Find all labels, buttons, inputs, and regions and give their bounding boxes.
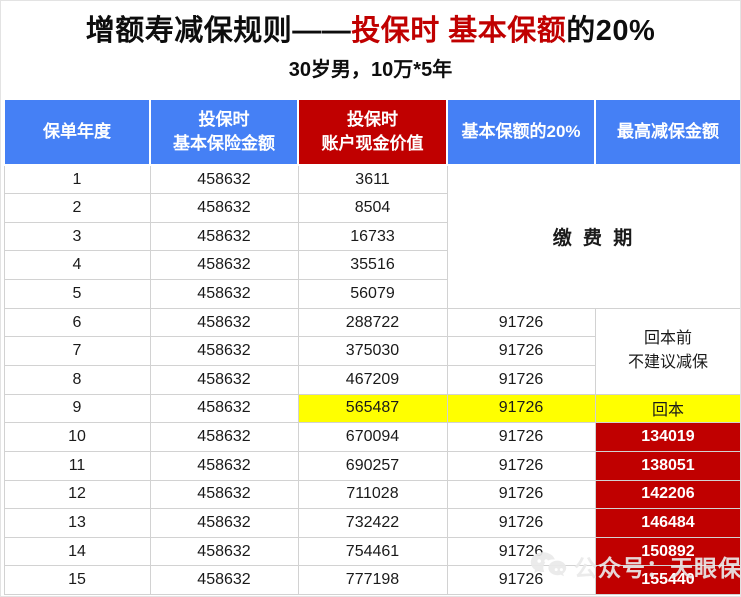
cell-max-reduction: 138051 bbox=[595, 451, 741, 480]
table-row-year-15: 15 458632 777198 91726 155440 bbox=[4, 566, 741, 595]
cell-policy-year: 2 bbox=[4, 194, 150, 223]
cell-policy-year: 3 bbox=[4, 222, 150, 251]
cell-policy-year: 11 bbox=[4, 451, 150, 480]
col-header-20pct: 基本保额的20% bbox=[447, 99, 595, 165]
cell-policy-year: 1 bbox=[4, 165, 150, 194]
cell-breakeven-label: 回本 bbox=[595, 394, 741, 423]
cell-policy-year: 10 bbox=[4, 423, 150, 452]
cell-policy-year: 8 bbox=[4, 365, 150, 394]
table-row-year-11: 11 458632 690257 91726 138051 bbox=[4, 451, 741, 480]
cell-cash-value: 3611 bbox=[298, 165, 447, 194]
cell-pct20: 91726 bbox=[447, 509, 595, 538]
cell-pct20: 91726 bbox=[447, 365, 595, 394]
cell-base-amount: 458632 bbox=[150, 337, 298, 366]
header-row: 保单年度 投保时 基本保险金额 投保时 账户现金价值 基本保额的20% 最高减保… bbox=[4, 99, 741, 165]
col-header-base-amount-line1: 投保时 bbox=[151, 108, 297, 132]
cell-policy-year: 9 bbox=[4, 394, 150, 423]
col-header-max-reduction: 最高减保金额 bbox=[595, 99, 741, 165]
page: 增额寿减保规则——投保时 基本保额的20% 30岁男，10万*5年 保单年度 投… bbox=[0, 0, 741, 597]
table-row-year-10: 10 458632 670094 91726 134019 bbox=[4, 423, 741, 452]
cell-policy-year: 15 bbox=[4, 566, 150, 595]
cell-max-reduction: 142206 bbox=[595, 480, 741, 509]
cell-pct20: 91726 bbox=[447, 480, 595, 509]
col-header-cash-value-line2: 账户现金价值 bbox=[299, 132, 446, 156]
cell-max-reduction: 134019 bbox=[595, 423, 741, 452]
cell-base-amount: 458632 bbox=[150, 451, 298, 480]
cell-base-amount: 458632 bbox=[150, 480, 298, 509]
title-suffix: 的20% bbox=[566, 15, 655, 47]
cell-policy-year: 7 bbox=[4, 337, 150, 366]
cell-pct20: 91726 bbox=[447, 308, 595, 337]
cell-cash-value: 35516 bbox=[298, 251, 447, 280]
cell-base-amount: 458632 bbox=[150, 194, 298, 223]
title-highlight: 投保时 基本保额 bbox=[351, 15, 566, 47]
cell-cash-value-highlighted: 565487 bbox=[298, 394, 447, 423]
page-title: 增额寿减保规则——投保时 基本保额的20% bbox=[1, 13, 740, 49]
col-header-base-amount: 投保时 基本保险金额 bbox=[150, 99, 298, 165]
cell-cash-value: 670094 bbox=[298, 423, 447, 452]
cell-pct20: 91726 bbox=[447, 423, 595, 452]
cell-policy-year: 5 bbox=[4, 280, 150, 309]
cell-pct20: 91726 bbox=[447, 451, 595, 480]
cell-base-amount: 458632 bbox=[150, 365, 298, 394]
cell-policy-year: 12 bbox=[4, 480, 150, 509]
title-block: 增额寿减保规则——投保时 基本保额的20% 30岁男，10万*5年 bbox=[1, 1, 740, 82]
cell-policy-year: 14 bbox=[4, 537, 150, 566]
cell-policy-year: 6 bbox=[4, 308, 150, 337]
table-row-year-6: 6 458632 288722 91726 回本前 不建议减保 bbox=[4, 308, 741, 337]
merged-cell-payment-period: 缴 费 期 bbox=[447, 165, 741, 308]
cell-max-reduction: 146484 bbox=[595, 509, 741, 538]
cell-cash-value: 690257 bbox=[298, 451, 447, 480]
cell-pct20: 91726 bbox=[447, 537, 595, 566]
before-breakeven-line1: 回本前 bbox=[596, 327, 741, 351]
cell-pct20: 91726 bbox=[447, 566, 595, 595]
cell-max-reduction: 150892 bbox=[595, 537, 741, 566]
cell-max-reduction: 155440 bbox=[595, 566, 741, 595]
cell-cash-value: 8504 bbox=[298, 194, 447, 223]
cell-policy-year: 13 bbox=[4, 509, 150, 538]
cell-base-amount: 458632 bbox=[150, 222, 298, 251]
col-header-cash-value: 投保时 账户现金价值 bbox=[298, 99, 447, 165]
title-prefix: 增额寿减保规则—— bbox=[86, 15, 352, 47]
cell-cash-value: 467209 bbox=[298, 365, 447, 394]
before-breakeven-line2: 不建议减保 bbox=[596, 351, 741, 375]
cell-base-amount: 458632 bbox=[150, 251, 298, 280]
cell-pct20-highlighted: 91726 bbox=[447, 394, 595, 423]
cell-base-amount: 458632 bbox=[150, 509, 298, 538]
cell-policy-year: 4 bbox=[4, 251, 150, 280]
cell-cash-value: 754461 bbox=[298, 537, 447, 566]
cell-base-amount: 458632 bbox=[150, 308, 298, 337]
cell-cash-value: 711028 bbox=[298, 480, 447, 509]
cell-cash-value: 16733 bbox=[298, 222, 447, 251]
col-header-policy-year: 保单年度 bbox=[4, 99, 150, 165]
table-row-year-12: 12 458632 711028 91726 142206 bbox=[4, 480, 741, 509]
cell-cash-value: 375030 bbox=[298, 337, 447, 366]
cell-base-amount: 458632 bbox=[150, 165, 298, 194]
page-subtitle: 30岁男，10万*5年 bbox=[1, 53, 740, 82]
cell-cash-value: 56079 bbox=[298, 280, 447, 309]
cell-cash-value: 732422 bbox=[298, 509, 447, 538]
table-row-year-9-breakeven: 9 458632 565487 91726 回本 bbox=[4, 394, 741, 423]
table-row-year-14: 14 458632 754461 91726 150892 bbox=[4, 537, 741, 566]
cell-cash-value: 288722 bbox=[298, 308, 447, 337]
cell-pct20: 91726 bbox=[447, 337, 595, 366]
col-header-base-amount-line2: 基本保险金额 bbox=[151, 132, 297, 156]
table-row-year-1: 1 458632 3611 缴 费 期 bbox=[4, 165, 741, 194]
cell-base-amount: 458632 bbox=[150, 537, 298, 566]
reduction-rules-table: 保单年度 投保时 基本保险金额 投保时 账户现金价值 基本保额的20% 最高减保… bbox=[3, 98, 741, 595]
col-header-cash-value-line1: 投保时 bbox=[299, 108, 446, 132]
cell-base-amount: 458632 bbox=[150, 423, 298, 452]
cell-base-amount: 458632 bbox=[150, 280, 298, 309]
cell-cash-value: 777198 bbox=[298, 566, 447, 595]
cell-base-amount: 458632 bbox=[150, 394, 298, 423]
table-row-year-13: 13 458632 732422 91726 146484 bbox=[4, 509, 741, 538]
merged-cell-before-breakeven: 回本前 不建议减保 bbox=[595, 308, 741, 394]
cell-base-amount: 458632 bbox=[150, 566, 298, 595]
